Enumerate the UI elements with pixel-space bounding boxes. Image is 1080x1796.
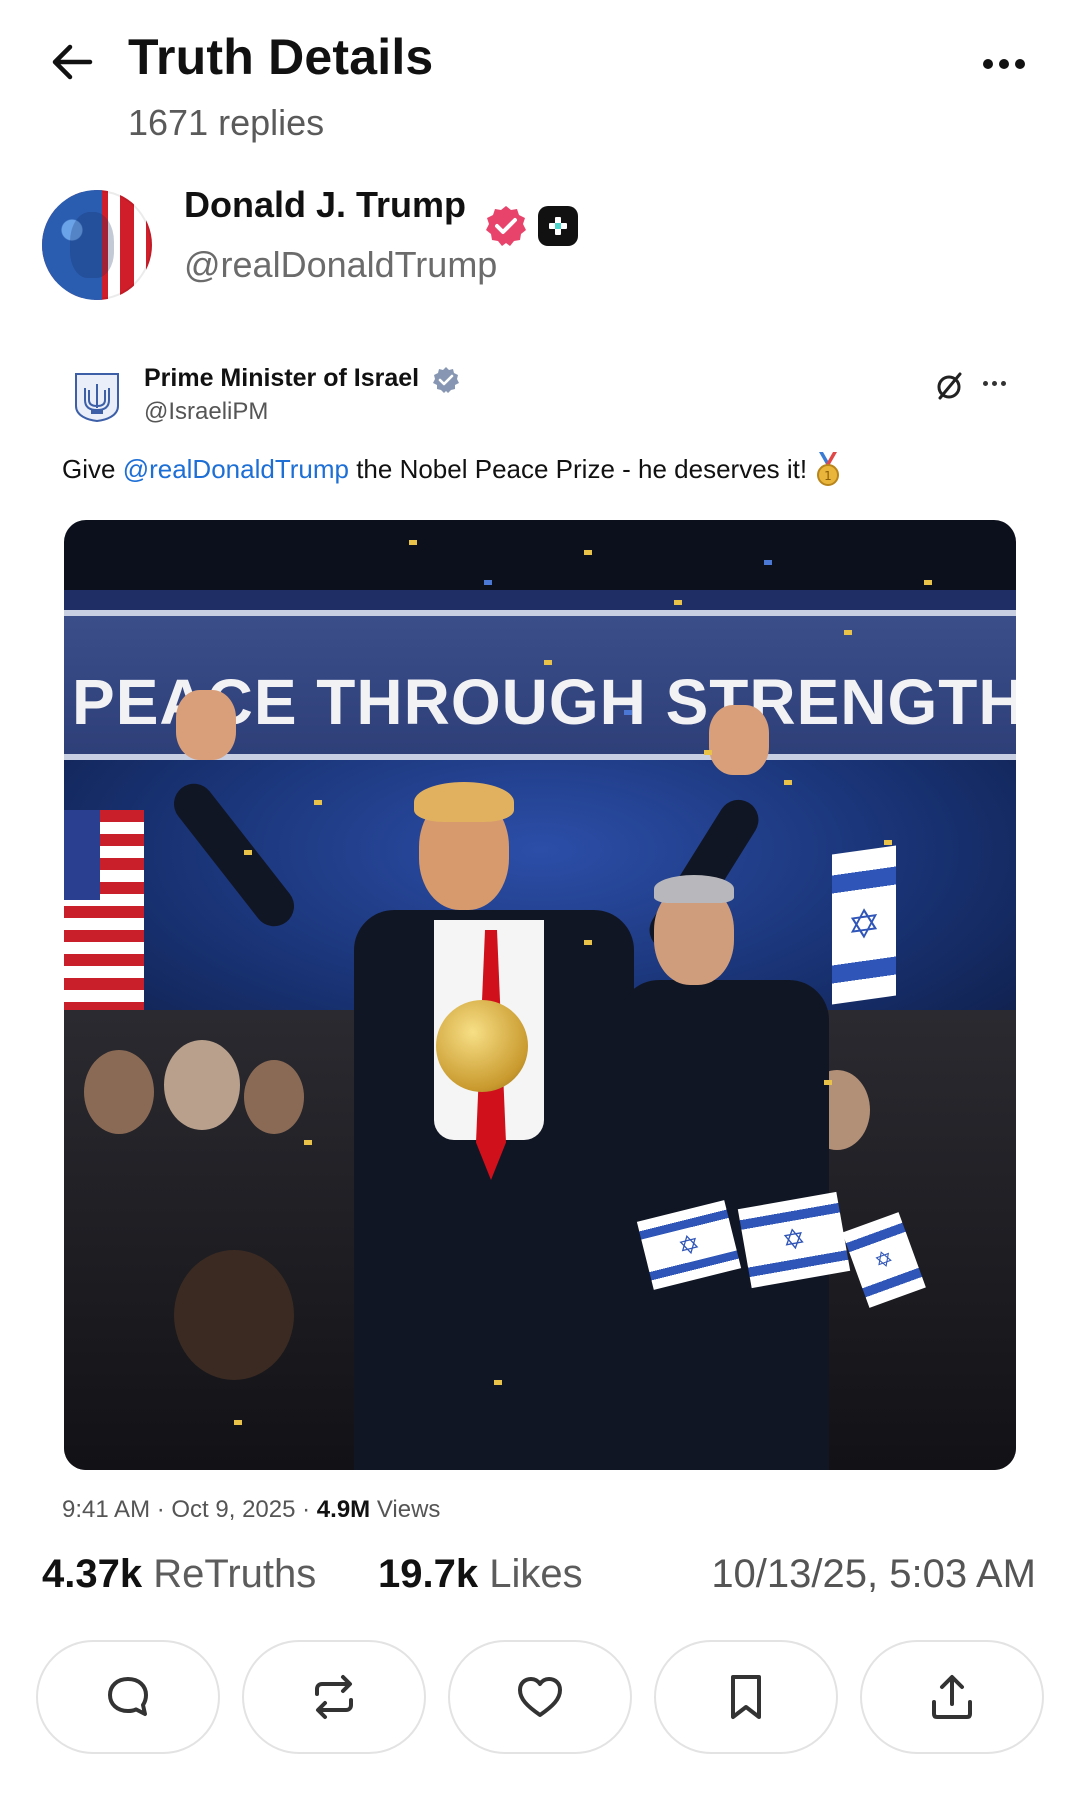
views-label: Views [376, 1496, 441, 1523]
quoted-author-name: Prime Minister of Israel [144, 364, 420, 392]
retruths-label: ReTruths [153, 1552, 317, 1596]
post-timestamp: 10/13/25, 5:03 AM [711, 1552, 1036, 1596]
post-date: Oct 9, 2025 [171, 1496, 296, 1523]
more-horizontal-icon [980, 59, 1028, 69]
likes-label: Likes [489, 1552, 583, 1596]
post-meta: 9:41 AM · Oct 9, 2025 · 4.9M Views [62, 1496, 441, 1523]
page-title: Truth Details [128, 29, 434, 85]
quoted-author-handle: @IsraeliPM [144, 398, 269, 425]
image-medal [436, 1000, 528, 1092]
israel-flag: ✡ [832, 845, 896, 1005]
avatar[interactable] [42, 190, 152, 300]
author-handle[interactable]: @realDonaldTrump [184, 244, 497, 286]
more-horizontal-icon [976, 368, 1012, 398]
post-time: 9:41 AM [62, 1496, 151, 1523]
text-after: the Nobel Peace Prize - he deserves it! [348, 454, 808, 484]
back-button[interactable] [44, 34, 100, 90]
post-stats: 4.37k ReTruths 19.7k Likes 10/13/25, 5:0… [42, 1552, 1042, 1612]
quoted-post-text: Give @realDonaldTrump the Nobel Peace Pr… [62, 452, 843, 486]
mention-link[interactable]: @realDonaldTrump [123, 454, 349, 484]
reply-button[interactable] [36, 1640, 220, 1754]
israel-emblem-icon [75, 373, 119, 422]
verified-badge-icon [486, 206, 526, 246]
grok-icon [937, 372, 962, 400]
retruths-stat[interactable]: 4.37k ReTruths [42, 1552, 316, 1597]
likes-count: 19.7k [378, 1552, 479, 1596]
medal-icon: 1 [817, 452, 840, 486]
bookmark-icon [731, 1675, 761, 1719]
us-flag [64, 810, 144, 1010]
text-before: Give [62, 454, 123, 484]
chat-bubble-icon [108, 1677, 148, 1716]
top-header: Truth Details 1671 replies [0, 0, 1080, 160]
author-name[interactable]: Donald J. Trump [184, 184, 466, 226]
truth-plus-badge-icon [538, 206, 578, 246]
heart-icon [518, 1677, 562, 1717]
action-bar [36, 1640, 1046, 1756]
reply-count: 1671 replies [128, 102, 325, 143]
retruth-button[interactable] [242, 1640, 426, 1754]
retruths-count: 4.37k [42, 1552, 143, 1596]
more-options-button[interactable] [972, 44, 1036, 84]
bookmark-button[interactable] [654, 1640, 838, 1754]
views-count: 4.9M [316, 1496, 371, 1523]
likes-stat[interactable]: 19.7k Likes [378, 1552, 583, 1597]
svg-text:1: 1 [824, 469, 832, 483]
share-upload-icon [932, 1675, 972, 1719]
arrow-left-icon [52, 44, 93, 80]
like-button[interactable] [448, 1640, 632, 1754]
post-image[interactable]: PEACE THROUGH STRENGTH ✡ ✡ ✡ ✡ [64, 520, 1016, 1470]
verified-badge-icon [433, 367, 459, 393]
repost-icon [315, 1675, 353, 1719]
post-author: Donald J. Trump @realDonaldTrump [0, 184, 1080, 320]
share-button[interactable] [860, 1640, 1044, 1754]
